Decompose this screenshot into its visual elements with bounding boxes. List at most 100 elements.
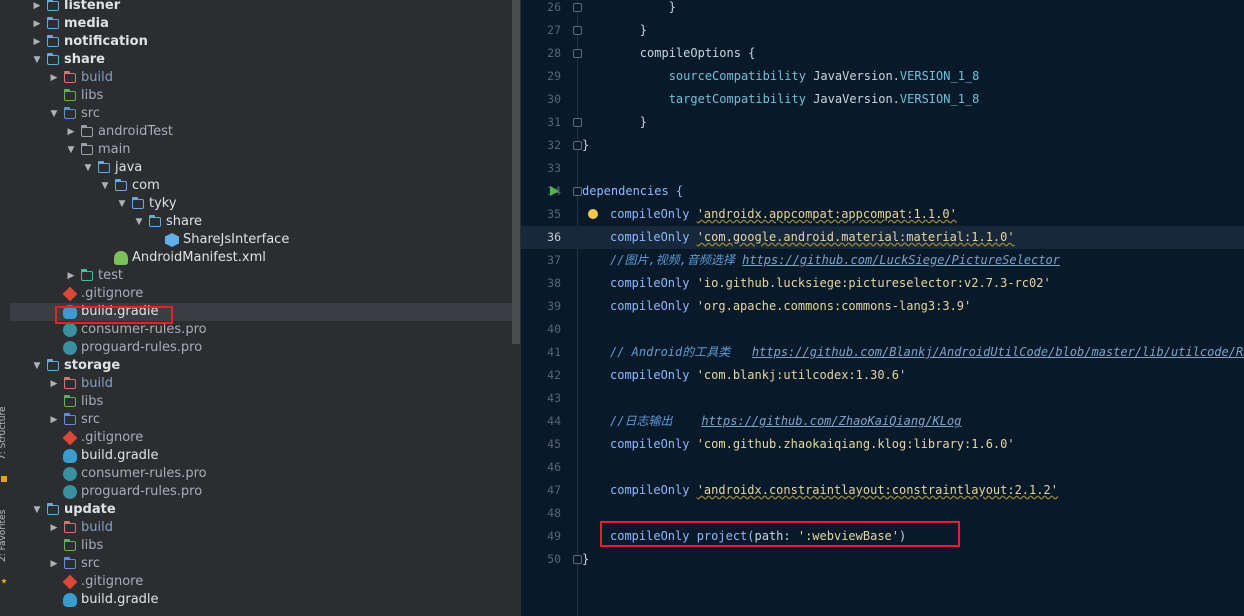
tree-row[interactable]: ShareJsInterface xyxy=(10,231,512,249)
fold-marker-icon[interactable] xyxy=(573,118,582,127)
tree-row[interactable]: ▼ storage xyxy=(10,357,512,375)
chevron-down-icon[interactable]: ▼ xyxy=(134,213,144,231)
fold-marker-icon[interactable] xyxy=(573,141,582,150)
tree-row[interactable]: build.gradle xyxy=(10,591,512,609)
chevron-down-icon[interactable]: ▼ xyxy=(32,357,42,375)
chevron-right-icon[interactable]: ▶ xyxy=(49,411,59,429)
code-token: https://github.com/ZhaoKaiQiang/KLog xyxy=(701,414,962,428)
tree-row[interactable]: ▼ com xyxy=(10,177,512,195)
code-line[interactable]: 36 compileOnly 'com.google.android.materi… xyxy=(521,226,1244,249)
code-line[interactable]: 42 compileOnly 'com.blankj:utilcodex:1.30… xyxy=(521,364,1244,387)
favorites-tool-tab[interactable]: 2: Favorites xyxy=(0,510,10,562)
fold-marker-icon[interactable] xyxy=(573,26,582,35)
fold-marker-icon[interactable] xyxy=(573,49,582,58)
code-text: } xyxy=(582,0,676,19)
tree-row[interactable]: ▶ androidTest xyxy=(10,123,512,141)
code-text: sourceCompatibility JavaVersion.VERSION_… xyxy=(582,65,980,88)
tree-row[interactable]: ▼ share xyxy=(10,213,512,231)
tree-row[interactable]: libs xyxy=(10,393,512,411)
fold-marker-icon[interactable] xyxy=(573,555,582,564)
code-line[interactable]: 29 sourceCompatibility JavaVersion.VERSI… xyxy=(521,65,1244,88)
chevron-right-icon[interactable]: ▶ xyxy=(49,375,59,393)
tree-row[interactable]: libs xyxy=(10,87,512,105)
code-token: compileOptions { xyxy=(582,46,756,60)
code-text: compileOnly 'org.apache.commons:commons-… xyxy=(610,295,971,318)
tree-row[interactable]: proguard-rules.pro xyxy=(10,483,512,501)
code-line[interactable]: 26 } xyxy=(521,0,1244,19)
tree-row[interactable]: proguard-rules.pro xyxy=(10,339,512,357)
code-line[interactable]: 30 targetCompatibility JavaVersion.VERSI… xyxy=(521,88,1244,111)
intention-bulb-icon[interactable] xyxy=(588,209,598,219)
tree-row[interactable]: AndroidManifest.xml xyxy=(10,249,512,267)
chevron-right-icon[interactable]: ▶ xyxy=(32,0,42,15)
gradle-file-icon xyxy=(63,449,77,463)
code-line[interactable]: 32} xyxy=(521,134,1244,157)
chevron-right-icon[interactable]: ▶ xyxy=(49,555,59,573)
tree-row[interactable]: ▶ src xyxy=(10,411,512,429)
tree-row-label: update xyxy=(64,502,116,517)
code-line[interactable]: 46 xyxy=(521,456,1244,479)
chevron-right-icon[interactable]: ▶ xyxy=(49,519,59,537)
tree-row[interactable]: ▼ tyky xyxy=(10,195,512,213)
chevron-down-icon[interactable]: ▼ xyxy=(83,159,93,177)
tree-row[interactable]: ▶ build xyxy=(10,375,512,393)
code-line[interactable]: 41 // Android的工具类 https://github.com/Blan… xyxy=(521,341,1244,364)
tree-row[interactable]: ▼ java xyxy=(10,159,512,177)
fold-marker-icon[interactable] xyxy=(573,187,582,196)
tree-row[interactable]: .gitignore xyxy=(10,429,512,447)
chevron-right-icon[interactable]: ▶ xyxy=(49,69,59,87)
chevron-right-icon[interactable]: ▶ xyxy=(32,33,42,51)
tree-row[interactable]: ▼ update xyxy=(10,501,512,519)
code-line[interactable]: 45 compileOnly 'com.github.zhaokaiqiang.k… xyxy=(521,433,1244,456)
code-line[interactable]: 31 } xyxy=(521,111,1244,134)
tree-row-label: test xyxy=(98,268,123,283)
tree-row[interactable]: ▼ src xyxy=(10,105,512,123)
line-number: 40 xyxy=(547,322,561,336)
source-folder-icon xyxy=(63,557,77,571)
code-line[interactable]: 39 compileOnly 'org.apache.commons:common… xyxy=(521,295,1244,318)
chevron-down-icon[interactable]: ▼ xyxy=(32,501,42,519)
chevron-right-icon[interactable]: ▶ xyxy=(66,123,76,141)
code-line[interactable]: 47 compileOnly 'androidx.constraintlayout… xyxy=(521,479,1244,502)
tree-row[interactable]: ▶ notification xyxy=(10,33,512,51)
tree-row[interactable]: libs xyxy=(10,537,512,555)
tree-row[interactable]: ▶ test xyxy=(10,267,512,285)
tree-row[interactable]: ▶ media xyxy=(10,15,512,33)
module-folder-icon xyxy=(46,503,60,517)
code-line[interactable]: 38 compileOnly 'io.github.lucksiege:pictu… xyxy=(521,272,1244,295)
code-line[interactable]: 33 xyxy=(521,157,1244,180)
star-icon xyxy=(1,578,7,584)
structure-tool-tab[interactable]: 7: Structure xyxy=(0,407,10,461)
tree-row[interactable]: consumer-rules.pro xyxy=(10,465,512,483)
chevron-right-icon[interactable]: ▶ xyxy=(66,267,76,285)
chevron-down-icon[interactable]: ▼ xyxy=(117,195,127,213)
tree-row[interactable]: ▶ listener xyxy=(10,0,512,15)
code-line[interactable]: 40 xyxy=(521,318,1244,341)
fold-marker-icon[interactable] xyxy=(573,3,582,12)
code-line[interactable]: 27 } xyxy=(521,19,1244,42)
code-line[interactable]: 37 //图片,视频,音频选择 https://github.com/LuckSi… xyxy=(521,249,1244,272)
tree-row[interactable]: ▶ src xyxy=(10,555,512,573)
code-line[interactable]: 34 dependencies { xyxy=(521,180,1244,203)
tree-row[interactable]: .gitignore xyxy=(10,573,512,591)
project-tree-scrollbar[interactable] xyxy=(512,0,520,344)
code-token: } xyxy=(582,0,676,14)
chevron-down-icon[interactable]: ▼ xyxy=(49,105,59,123)
tree-row[interactable]: ▼ share xyxy=(10,51,512,69)
code-line[interactable]: 35 compileOnly 'androidx.appcompat:appcom… xyxy=(521,203,1244,226)
tree-row[interactable]: ▼ main xyxy=(10,141,512,159)
chevron-right-icon[interactable]: ▶ xyxy=(32,15,42,33)
code-text: } xyxy=(582,19,647,42)
code-line[interactable]: 43 xyxy=(521,387,1244,410)
tree-row[interactable]: build.gradle xyxy=(10,447,512,465)
tree-row[interactable]: ▶ build xyxy=(10,519,512,537)
chevron-down-icon[interactable]: ▼ xyxy=(32,51,42,69)
chevron-down-icon[interactable]: ▼ xyxy=(100,177,110,195)
chevron-down-icon[interactable]: ▼ xyxy=(66,141,76,159)
tree-row[interactable]: .gitignore xyxy=(10,285,512,303)
code-line[interactable]: 28 compileOptions { xyxy=(521,42,1244,65)
code-line[interactable]: 44 //日志输出 https://github.com/ZhaoKaiQiang… xyxy=(521,410,1244,433)
code-line[interactable]: 50} xyxy=(521,548,1244,571)
tree-row[interactable]: ▶ build xyxy=(10,69,512,87)
run-gutter-icon[interactable] xyxy=(550,186,559,196)
